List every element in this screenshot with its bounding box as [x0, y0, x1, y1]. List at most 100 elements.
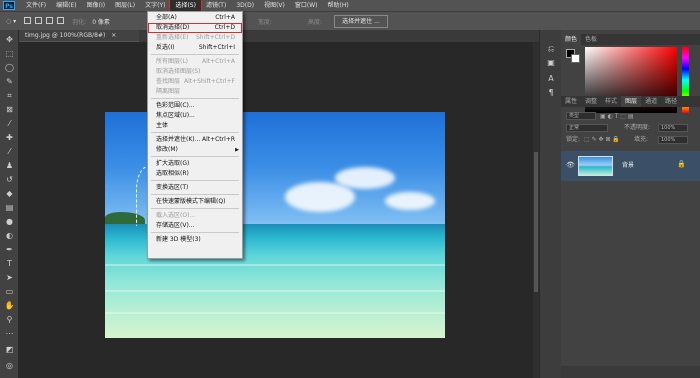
feather-input[interactable]: 0 像素 — [92, 17, 110, 26]
menu-view[interactable]: 视图(V) — [259, 0, 290, 11]
dodge-tool-icon[interactable]: ◐ — [4, 230, 15, 241]
menu-item-all-layers[interactable]: 所有图层(L) Alt+Ctrl+A — [148, 57, 242, 67]
menu-item-deselect-layers[interactable]: 取消选择图层(S) — [148, 67, 242, 77]
healing-brush-tool-icon[interactable]: ✚ — [4, 132, 15, 143]
menu-item-color-range[interactable]: 色彩范围(C)... — [148, 101, 242, 111]
tab-paths[interactable]: 路径 — [661, 96, 681, 107]
menu-item-save-selection[interactable]: 存储选区(V)... — [148, 221, 242, 231]
menu-item-inverse[interactable]: 反选(I) Shift+Ctrl+I — [148, 43, 242, 53]
lock-icons[interactable]: ⬚ ✎ ✥ ⊠ 🔒 — [584, 135, 620, 145]
paragraph-panel-icon[interactable]: ¶ — [546, 88, 556, 98]
lock-label: 锁定: — [566, 136, 581, 143]
move-tool-icon[interactable]: ✥ — [4, 34, 15, 45]
close-tab-icon[interactable]: × — [111, 32, 116, 39]
history-brush-tool-icon[interactable]: ↺ — [4, 174, 15, 185]
background-color-swatch[interactable] — [571, 54, 580, 63]
crop-tool-icon[interactable]: ⌗ — [4, 90, 15, 101]
menu-item-select-all[interactable]: 全部(A) Ctrl+A — [148, 13, 242, 23]
filter-icons[interactable]: ▣ ◐ T ⬚ ▤ — [600, 113, 634, 120]
foreground-background-swatch[interactable]: ◩ — [4, 344, 15, 355]
menu-item-similar[interactable]: 选取相似(R) — [148, 169, 242, 179]
tab-adjustments[interactable]: 调整 — [581, 96, 601, 107]
menu-separator — [151, 132, 239, 133]
menu-item-modify[interactable]: 修改(M) ▶ — [148, 145, 242, 155]
menu-image[interactable]: 图像(I) — [82, 0, 110, 11]
photo-ripple — [105, 290, 445, 292]
tab-layers[interactable]: 图层 — [621, 96, 642, 107]
menu-separator — [151, 156, 239, 157]
menu-layer[interactable]: 图层(L) — [110, 0, 140, 11]
lock-row: 锁定: ⬚ ✎ ✥ ⊠ 🔒 填充: 100% — [566, 135, 696, 145]
menu-file[interactable]: 文件(F) — [21, 0, 51, 11]
layer-lock-icon: 🔒 — [677, 160, 686, 168]
height-label: 高度: — [307, 18, 322, 26]
menu-item-grow[interactable]: 扩大选取(G) — [148, 159, 242, 169]
tab-swatches[interactable]: 色板 — [581, 34, 601, 45]
layer-filter-select[interactable]: 类型 — [566, 112, 596, 120]
menu-separator — [151, 194, 239, 195]
eraser-tool-icon[interactable]: ◆ — [4, 188, 15, 199]
edit-toolbar-icon[interactable]: ⋯ — [4, 328, 15, 339]
menu-item-isolate-layers[interactable]: 隔离图层 — [148, 87, 242, 97]
quick-mask-icon[interactable]: ◎ — [4, 360, 15, 371]
tab-channels[interactable]: 通道 — [641, 96, 661, 107]
menu-item-quick-mask-edit[interactable]: 在快速蒙版模式下编辑(Q) — [148, 197, 242, 207]
fill-input[interactable]: 100% — [658, 136, 688, 144]
menu-item-reselect[interactable]: 重新选择(E) Shift+Ctrl+D — [148, 33, 242, 43]
menu-select[interactable]: 选择(S) — [169, 0, 202, 12]
tab-color[interactable]: 颜色 — [561, 34, 582, 45]
rectangle-tool-icon[interactable]: ▭ — [4, 286, 15, 297]
blur-tool-icon[interactable]: ● — [4, 216, 15, 227]
menu-item-subject[interactable]: 主体 — [148, 121, 242, 131]
type-tool-icon[interactable]: T — [4, 258, 15, 269]
lasso-tool-icon[interactable]: ◯ — [4, 62, 15, 73]
menu-type[interactable]: 文字(Y) — [140, 0, 170, 11]
layer-row-background[interactable]: 👁 背景 🔒 — [561, 151, 700, 181]
menu-separator — [151, 232, 239, 233]
character-panel-icon[interactable]: A — [546, 74, 556, 84]
menu-filter[interactable]: 滤镜(T) — [201, 0, 231, 11]
layers-panel-footer — [561, 366, 700, 378]
menu-item-load-selection[interactable]: 载入选区(O)... — [148, 211, 242, 221]
selection-mode-icons[interactable] — [22, 16, 66, 26]
opacity-input[interactable]: 100% — [658, 124, 688, 132]
tab-styles[interactable]: 样式 — [601, 96, 621, 107]
layer-filter-row: 类型 ▣ ◐ T ⬚ ▤ — [566, 111, 694, 121]
history-panel-icon[interactable]: ⎌ — [546, 44, 556, 54]
right-panels: 颜色 色板 属性 调整 样式 图层 通道 路径 类型 ▣ ◐ T ⬚ ▤ 正常 … — [561, 30, 700, 378]
select-and-mask-button[interactable]: 选择并遮住 ... — [334, 15, 388, 28]
clone-stamp-tool-icon[interactable]: ♟ — [4, 160, 15, 171]
scrollbar-thumb[interactable] — [534, 152, 538, 292]
frame-tool-icon[interactable]: ⊠ — [4, 104, 15, 115]
menu-3d[interactable]: 3D(D) — [231, 0, 259, 11]
tab-properties[interactable]: 属性 — [561, 96, 581, 107]
menu-item-deselect[interactable]: 取消选择(D) Ctrl+D — [148, 23, 242, 33]
brush-tool-icon[interactable]: ⁄ — [4, 146, 15, 157]
select-menu: 全部(A) Ctrl+A 取消选择(D) Ctrl+D 重新选择(E) Shift+C… — [147, 11, 243, 259]
menu-item-focus-area[interactable]: 焦点区域(U)... — [148, 111, 242, 121]
width-label: 宽度: — [257, 18, 272, 26]
eyedropper-tool-icon[interactable]: ⁄ — [4, 118, 15, 129]
hand-tool-icon[interactable]: ✋ — [4, 300, 15, 311]
pen-tool-icon[interactable]: ✒ — [4, 244, 15, 255]
menu-item-transform-selection[interactable]: 变换选区(T) — [148, 183, 242, 193]
menu-item-find-layers[interactable]: 查找图层 Alt+Shift+Ctrl+F — [148, 77, 242, 87]
document-tab[interactable]: timg.jpg @ 100%(RGB/8#) × — [19, 30, 139, 42]
properties-panel-icon[interactable]: ▣ — [546, 58, 556, 68]
menu-separator — [151, 180, 239, 181]
photo-cloud — [335, 167, 395, 189]
marquee-preset-icon[interactable]: ◌ ▾ — [6, 18, 16, 25]
zoom-tool-icon[interactable]: ⚲ — [4, 314, 15, 325]
menu-item-new-3d-model[interactable]: 新建 3D 模型(3) — [148, 235, 242, 245]
gradient-tool-icon[interactable]: ▤ — [4, 202, 15, 213]
blend-mode-select[interactable]: 正常 — [566, 124, 608, 132]
menu-help[interactable]: 帮助(H) — [323, 0, 354, 11]
menu-item-select-and-mask[interactable]: 选择并遮住(K)... Alt+Ctrl+R — [148, 135, 242, 145]
rect-marquee-tool-icon[interactable]: ⬚ — [4, 48, 15, 59]
visibility-eye-icon[interactable]: 👁 — [566, 161, 575, 169]
layer-name: 背景 — [622, 162, 635, 169]
path-select-tool-icon[interactable]: ➤ — [4, 272, 15, 283]
menu-window[interactable]: 窗口(W) — [290, 0, 323, 11]
quick-select-tool-icon[interactable]: ✎ — [4, 76, 15, 87]
menu-edit[interactable]: 编辑(E) — [51, 0, 81, 11]
